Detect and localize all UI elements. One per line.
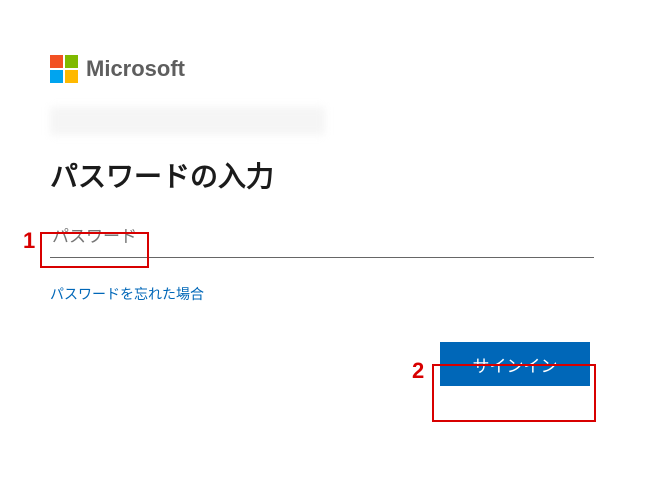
forgot-password-link[interactable]: パスワードを忘れた場合 <box>50 284 204 304</box>
account-identity-blurred <box>50 107 325 135</box>
actions-row: サインイン <box>50 342 590 386</box>
signin-button[interactable]: サインイン <box>440 342 590 386</box>
page-title: パスワードの入力 <box>50 155 590 195</box>
brand-row: Microsoft <box>50 55 590 83</box>
callout-number-1: 1 <box>23 228 35 254</box>
microsoft-logo-icon <box>50 55 78 83</box>
brand-name: Microsoft <box>86 56 185 82</box>
password-input[interactable] <box>50 221 594 258</box>
password-field-wrap <box>50 221 590 258</box>
